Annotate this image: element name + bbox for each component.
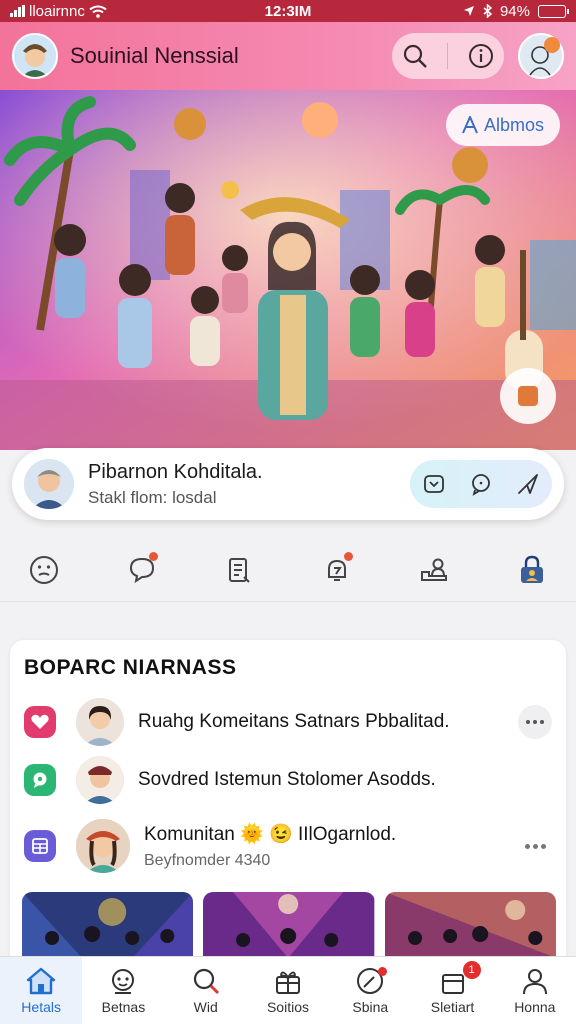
tab-label: Sletiart	[430, 999, 475, 1015]
tab-explore[interactable]: Sbina	[329, 957, 411, 1024]
list-item[interactable]: Komunitan 🌞 😉 IIlOgarnlod. Beyfnomder 43…	[24, 810, 552, 882]
tab-profile[interactable]: Honna	[494, 957, 576, 1024]
list-item-text: Ruahg Komeitans Satnars Pbbalitad.	[138, 711, 450, 732]
status-time: 12:3IM	[264, 2, 312, 20]
list-item-text: Sovdred Istemun Stolomer Asodds.	[138, 769, 436, 790]
grid-icon	[24, 830, 56, 862]
tab-inbox[interactable]: 1 Sletiart	[411, 957, 493, 1024]
media-thumbnail[interactable]	[203, 892, 375, 958]
media-thumbnails	[22, 892, 556, 958]
more-options-button[interactable]	[518, 843, 552, 849]
comments-badge	[148, 551, 158, 561]
list-item-avatar	[76, 698, 124, 746]
profile-actions	[410, 460, 552, 508]
info-icon[interactable]	[468, 43, 494, 69]
community-button[interactable]	[404, 546, 464, 594]
profile-avatar[interactable]	[24, 459, 74, 509]
tab-home[interactable]: Hetals	[0, 957, 83, 1024]
heart-icon	[24, 706, 56, 738]
status-bar: lloairnnc 12:3IM 94%	[0, 0, 576, 22]
media-thumbnail[interactable]	[384, 892, 556, 958]
tab-label: Betnas	[101, 999, 146, 1015]
quick-actions-row	[0, 538, 576, 602]
tab-search[interactable]: Wid	[165, 957, 247, 1024]
list-item[interactable]: Sovdred Istemun Stolomer Asodds.	[24, 752, 552, 808]
hero-banner[interactable]: Albmos	[0, 90, 576, 450]
notification-dot	[544, 37, 560, 53]
search-icon[interactable]	[402, 43, 428, 69]
tab-label: Honna	[514, 999, 556, 1015]
lock-user-icon	[520, 555, 543, 583]
share-icon[interactable]	[516, 472, 540, 496]
more-options-button[interactable]	[518, 705, 552, 739]
list-item-subtitle: Beyfnomder 4340	[144, 852, 271, 869]
albums-button[interactable]: Albmos	[445, 104, 560, 146]
tab-label: Wid	[193, 999, 218, 1015]
media-thumbnail[interactable]	[22, 892, 194, 958]
profile-card[interactable]: Pibarnon Kohditala. Stakl flom: losdal	[12, 448, 564, 520]
albums-label: Albmos	[483, 114, 544, 135]
tab-label: Sbina	[352, 999, 389, 1015]
comments-button[interactable]	[112, 546, 172, 594]
tab-friends[interactable]: Betnas	[82, 957, 164, 1024]
user-avatar[interactable]	[518, 33, 564, 79]
notes-button[interactable]	[209, 546, 269, 594]
locked-button[interactable]	[502, 546, 562, 594]
profile-icon	[522, 969, 547, 995]
smiley-icon	[30, 555, 58, 584]
chat-bubble-icon	[24, 764, 56, 796]
search-icon	[193, 968, 219, 995]
profile-subtitle: Stakl flom: losdal	[88, 487, 217, 507]
profile-name: Pibarnon Kohditala.	[88, 460, 263, 483]
mood-button[interactable]	[14, 546, 74, 594]
tab-gifts[interactable]: Soitios	[247, 957, 329, 1024]
bottom-tab-bar: Hetals Betnas Wid Soitios Sbina 1 Sletia…	[0, 956, 576, 1024]
section-title: BOPARC NIARNASS	[24, 656, 237, 679]
list-item-avatar	[76, 756, 124, 804]
app-logo-avatar[interactable]	[12, 33, 58, 79]
app-title: Souinial Nenssial	[70, 43, 239, 68]
inbox-badge: 1	[462, 961, 481, 979]
list-item[interactable]: Ruahg Komeitans Satnars Pbbalitad.	[24, 694, 552, 750]
people-icon	[421, 558, 448, 581]
app-header: Souinial Nenssial	[0, 22, 576, 90]
list-item-avatar	[76, 819, 130, 873]
mascot-icon	[112, 969, 135, 994]
battery-icon	[538, 4, 569, 18]
chat-icon[interactable]	[469, 472, 493, 496]
home-icon	[26, 967, 56, 995]
document-icon	[229, 557, 250, 583]
message-box-icon[interactable]	[422, 472, 446, 496]
alerts-badge	[343, 551, 353, 561]
list-item-text: Komunitan 🌞 😉 IIlOgarnlod.	[144, 824, 397, 845]
tab-label: Soitios	[266, 999, 309, 1015]
album-icon	[462, 116, 478, 134]
gift-icon	[275, 971, 300, 994]
tab-label: Hetals	[21, 999, 61, 1015]
header-actions	[392, 33, 504, 79]
alerts-button[interactable]	[307, 546, 367, 594]
